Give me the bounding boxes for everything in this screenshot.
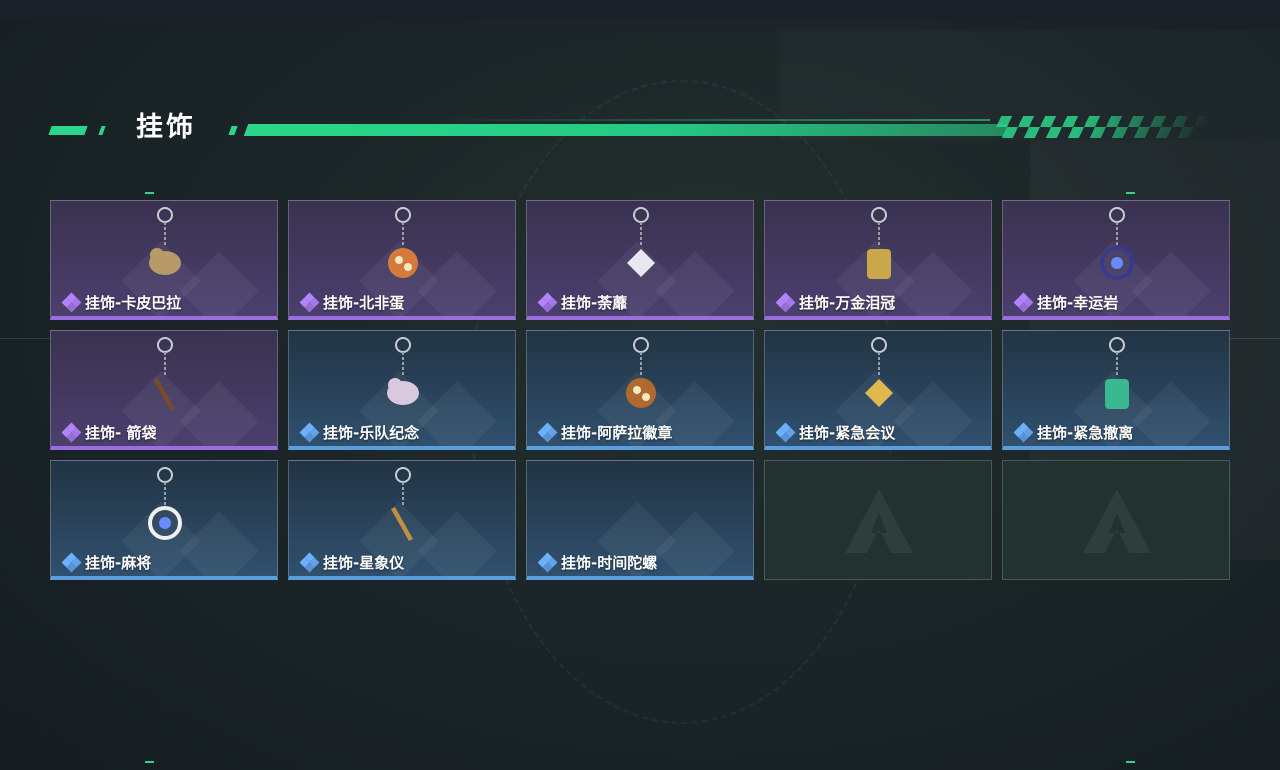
charm-label: 挂饰- 箭袋 [61, 422, 157, 443]
empty-slot[interactable] [764, 460, 992, 580]
charm-label: 挂饰-紧急会议 [775, 422, 896, 443]
header-bar [243, 124, 1009, 136]
empty-slot[interactable] [1002, 460, 1230, 580]
charm-card[interactable]: 挂饰-万金泪冠 [764, 200, 992, 320]
header-accent [430, 119, 990, 121]
charm-label: 挂饰-荼蘼 [537, 292, 628, 313]
charm-label: 挂饰-星象仪 [299, 552, 405, 573]
capybara-charm-icon [135, 205, 195, 289]
charm-card[interactable]: 挂饰-时间陀螺 [526, 460, 754, 580]
charm-name: 挂饰-北非蛋 [323, 293, 405, 312]
corner-tick [1126, 761, 1135, 763]
band-badge-charm-icon [373, 335, 433, 419]
charm-label: 挂饰-紧急撤离 [1013, 422, 1134, 443]
crown-charm-icon [849, 205, 909, 289]
rarity-diamond-icon [299, 292, 320, 313]
corner-tick [145, 761, 154, 763]
header-accent [48, 126, 88, 135]
charm-label: 挂饰-阿萨拉徽章 [537, 422, 673, 443]
charm-card[interactable]: 挂饰-卡皮巴拉 [50, 200, 278, 320]
rarity-diamond-icon [299, 422, 320, 443]
rarity-diamond-icon [1013, 422, 1034, 443]
charm-card[interactable]: 挂饰-紧急会议 [764, 330, 992, 450]
rarity-diamond-icon [61, 552, 82, 573]
header-checker-pattern [990, 116, 1212, 138]
rarity-diamond-icon [61, 292, 82, 313]
rarity-diamond-icon [299, 552, 320, 573]
rarity-diamond-icon [537, 422, 558, 443]
lucky-rock-charm-icon [1087, 205, 1147, 289]
charm-name: 挂饰-卡皮巴拉 [85, 293, 182, 312]
charm-card[interactable]: 挂饰-星象仪 [288, 460, 516, 580]
emergency-evac-charm-icon [1087, 335, 1147, 419]
divider-line [0, 338, 50, 339]
charm-name: 挂饰-星象仪 [323, 553, 405, 572]
charm-card[interactable]: 挂饰-乐队纪念 [288, 330, 516, 450]
charm-card[interactable]: 挂饰-麻将 [50, 460, 278, 580]
charm-name: 挂饰-紧急会议 [799, 423, 896, 442]
flower-charm-icon [611, 205, 671, 289]
mahjong-charm-icon [135, 465, 195, 549]
charm-name: 挂饰-阿萨拉徽章 [561, 423, 673, 442]
charm-name: 挂饰-万金泪冠 [799, 293, 896, 312]
charm-card[interactable]: 挂饰-北非蛋 [288, 200, 516, 320]
quiver-charm-icon [135, 335, 195, 419]
charm-name: 挂饰-麻将 [85, 553, 152, 572]
asala-badge-charm-icon [611, 335, 671, 419]
charm-name: 挂饰- 箭袋 [85, 423, 157, 442]
corner-tick [145, 192, 154, 194]
corner-tick [1126, 192, 1135, 194]
charm-label: 挂饰-幸运岩 [1013, 292, 1119, 313]
charm-name: 挂饰-时间陀螺 [561, 553, 658, 572]
section-header: 挂饰 [48, 110, 1212, 150]
astrolabe-charm-icon [373, 465, 433, 549]
rarity-diamond-icon [1013, 292, 1034, 313]
header-accent [98, 126, 106, 135]
top-bar [0, 0, 1280, 20]
charm-card[interactable]: 挂饰-荼蘼 [526, 200, 754, 320]
emergency-meeting-charm-icon [849, 335, 909, 419]
rarity-diamond-icon [537, 292, 558, 313]
charm-grid: 挂饰-卡皮巴拉 挂饰-北非蛋 挂饰-荼蘼 挂饰-万金泪冠 挂饰-幸运岩 挂饰- 箭袋 挂饰-… [50, 200, 1230, 580]
charm-label: 挂饰-时间陀螺 [537, 552, 658, 573]
rarity-diamond-icon [61, 422, 82, 443]
delta-logo-icon [1077, 483, 1157, 563]
charm-label: 挂饰-万金泪冠 [775, 292, 896, 313]
divider-line [1230, 338, 1280, 339]
charm-card[interactable]: 挂饰- 箭袋 [50, 330, 278, 450]
charm-card[interactable]: 挂饰-紧急撤离 [1002, 330, 1230, 450]
shakshuka-charm-icon [373, 205, 433, 289]
rarity-diamond-icon [775, 422, 796, 443]
charm-label: 挂饰-北非蛋 [299, 292, 405, 313]
rarity-diamond-icon [775, 292, 796, 313]
header-accent [228, 126, 238, 135]
charm-card[interactable]: 挂饰-阿萨拉徽章 [526, 330, 754, 450]
charm-name: 挂饰-幸运岩 [1037, 293, 1119, 312]
delta-logo-icon [839, 483, 919, 563]
charm-card[interactable]: 挂饰-幸运岩 [1002, 200, 1230, 320]
charm-name: 挂饰-乐队纪念 [323, 423, 420, 442]
charm-label: 挂饰-乐队纪念 [299, 422, 420, 443]
section-title: 挂饰 [136, 112, 196, 143]
charm-name: 挂饰-荼蘼 [561, 293, 628, 312]
charm-label: 挂饰-卡皮巴拉 [61, 292, 182, 313]
charm-label: 挂饰-麻将 [61, 552, 152, 573]
card-background-diamond [655, 511, 735, 576]
rarity-diamond-icon [537, 552, 558, 573]
charm-name: 挂饰-紧急撤离 [1037, 423, 1134, 442]
